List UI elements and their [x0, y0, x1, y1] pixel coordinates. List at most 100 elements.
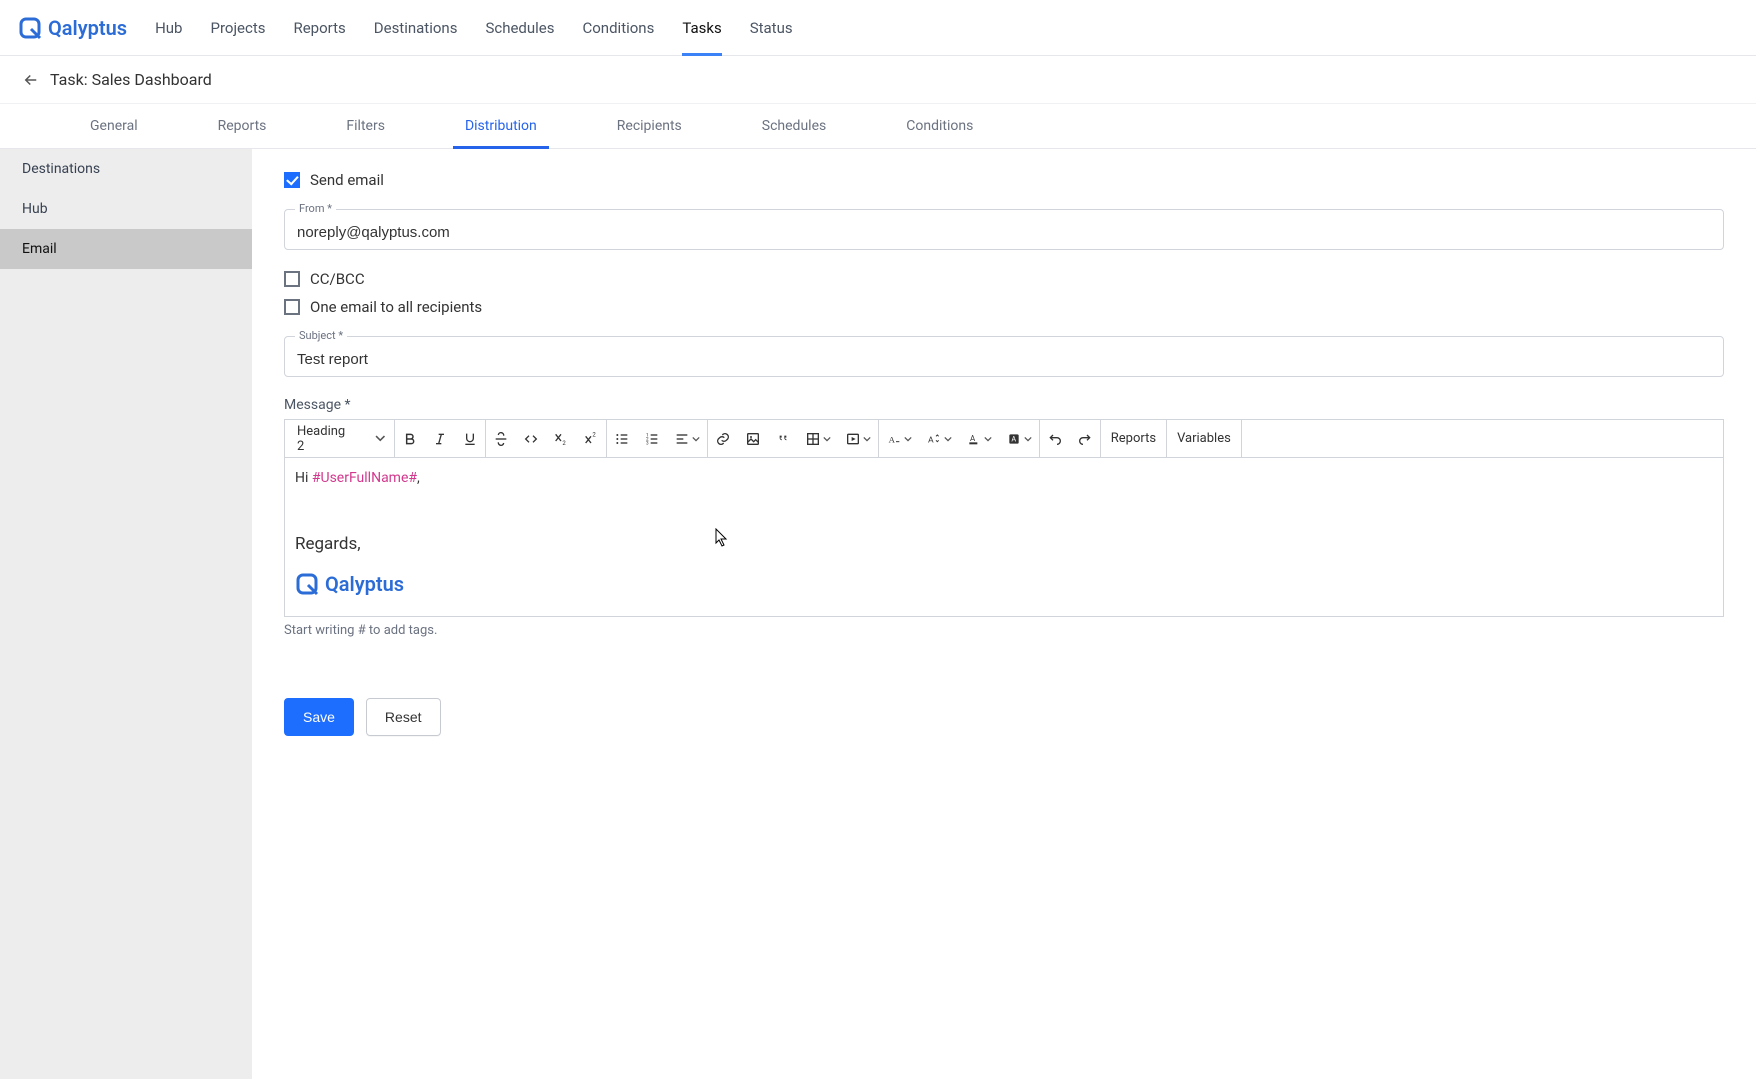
- checkbox-icon: [284, 172, 300, 188]
- subtab-reports[interactable]: Reports: [178, 104, 307, 148]
- svg-text:A: A: [1011, 434, 1016, 443]
- heading-select-value: Heading 2: [297, 424, 345, 454]
- subject-label: Subject *: [295, 329, 347, 342]
- app-logo[interactable]: Qalyptus: [18, 16, 127, 40]
- image-button[interactable]: [738, 420, 768, 457]
- signature-text: Qalyptus: [325, 572, 404, 596]
- logo-icon: [18, 16, 42, 40]
- sidebar-item-email[interactable]: Email: [0, 229, 252, 269]
- subtab-schedules[interactable]: Schedules: [722, 104, 866, 148]
- align-button[interactable]: [667, 420, 707, 457]
- ccbcc-checkbox[interactable]: CC/BCC: [284, 270, 1724, 288]
- nav-destinations[interactable]: Destinations: [374, 1, 458, 55]
- table-button[interactable]: [798, 420, 838, 457]
- code-button[interactable]: [516, 420, 546, 457]
- redo-button[interactable]: [1070, 420, 1100, 457]
- superscript-button[interactable]: 2: [576, 420, 606, 457]
- font-family-button[interactable]: A: [879, 420, 919, 457]
- insert-variables-button[interactable]: Variables: [1167, 420, 1241, 457]
- subtab-general[interactable]: General: [50, 104, 178, 148]
- from-input[interactable]: [297, 224, 1711, 241]
- nav-hub[interactable]: Hub: [155, 1, 182, 55]
- checkbox-icon: [284, 271, 300, 287]
- subject-input[interactable]: [297, 351, 1711, 368]
- form-actions: Save Reset: [284, 698, 1724, 736]
- page-title: Task: Sales Dashboard: [50, 70, 212, 89]
- nav-schedules[interactable]: Schedules: [485, 1, 554, 55]
- logo-icon: [295, 572, 319, 596]
- numbered-list-button[interactable]: 123: [637, 420, 667, 457]
- nav-conditions[interactable]: Conditions: [582, 1, 654, 55]
- editor-line: Hi #UserFullName#,: [295, 470, 1713, 486]
- content: Send email From * CC/BCC One email to al…: [252, 149, 1756, 1079]
- top-nav: Qalyptus Hub Projects Reports Destinatio…: [0, 0, 1756, 56]
- nav-tasks[interactable]: Tasks: [682, 1, 721, 55]
- subtabs: General Reports Filters Distribution Rec…: [0, 104, 1756, 149]
- subtab-filters[interactable]: Filters: [306, 104, 425, 148]
- message-label: Message *: [284, 397, 1724, 413]
- reset-button[interactable]: Reset: [366, 698, 441, 736]
- heading-select[interactable]: Heading 2: [285, 420, 394, 457]
- signature-logo: Qalyptus: [295, 572, 1713, 596]
- chevron-down-icon: [692, 436, 700, 442]
- ccbcc-label: CC/BCC: [310, 270, 365, 288]
- insert-reports-button[interactable]: Reports: [1101, 420, 1166, 457]
- nav-status[interactable]: Status: [750, 1, 793, 55]
- regards-line: Regards,: [295, 534, 1713, 554]
- undo-button[interactable]: [1040, 420, 1070, 457]
- svg-text:A: A: [970, 434, 976, 443]
- app-name: Qalyptus: [48, 16, 127, 40]
- main-area: Destinations Hub Email Send email From *…: [0, 149, 1756, 1079]
- chevron-down-icon: [375, 435, 386, 441]
- from-label: From *: [295, 202, 336, 215]
- title-bar: Task: Sales Dashboard: [0, 56, 1756, 104]
- bold-button[interactable]: [395, 420, 425, 457]
- editor-body[interactable]: Hi #UserFullName#, Regards, Qalyptus: [284, 457, 1724, 617]
- chevron-down-icon: [863, 436, 871, 442]
- send-email-checkbox[interactable]: Send email: [284, 171, 1724, 189]
- one-email-label: One email to all recipients: [310, 298, 482, 316]
- subtab-distribution[interactable]: Distribution: [425, 104, 577, 148]
- font-color-button[interactable]: A: [959, 420, 999, 457]
- highlight-button[interactable]: A: [999, 420, 1039, 457]
- chevron-down-icon: [1024, 436, 1032, 442]
- bullet-list-button[interactable]: [607, 420, 637, 457]
- save-button[interactable]: Save: [284, 698, 354, 736]
- sidebar-item-hub[interactable]: Hub: [0, 189, 252, 229]
- underline-button[interactable]: [455, 420, 485, 457]
- subject-field[interactable]: Subject *: [284, 336, 1724, 377]
- editor-hint: Start writing # to add tags.: [284, 623, 1724, 638]
- chevron-down-icon: [944, 436, 952, 442]
- send-email-label: Send email: [310, 171, 384, 189]
- strikethrough-button[interactable]: [486, 420, 516, 457]
- subtab-recipients[interactable]: Recipients: [577, 104, 722, 148]
- svg-text:3: 3: [646, 440, 649, 446]
- chevron-down-icon: [984, 436, 992, 442]
- nav-reports[interactable]: Reports: [293, 1, 345, 55]
- svg-text:A: A: [928, 435, 934, 445]
- sidebar: Destinations Hub Email: [0, 149, 252, 1079]
- variable-token[interactable]: #UserFullName#: [312, 470, 417, 486]
- font-size-button[interactable]: A: [919, 420, 959, 457]
- svg-text:2: 2: [562, 440, 566, 447]
- from-field[interactable]: From *: [284, 209, 1724, 250]
- greeting-prefix: Hi: [295, 470, 312, 486]
- svg-text:A: A: [888, 434, 895, 444]
- rich-editor: Heading 2 2 2: [284, 419, 1724, 617]
- one-email-checkbox[interactable]: One email to all recipients: [284, 298, 1724, 316]
- quote-button[interactable]: [768, 420, 798, 457]
- link-button[interactable]: [708, 420, 738, 457]
- italic-button[interactable]: [425, 420, 455, 457]
- editor-toolbar: Heading 2 2 2: [284, 419, 1724, 457]
- nav-projects[interactable]: Projects: [210, 1, 265, 55]
- subtab-conditions[interactable]: Conditions: [866, 104, 1013, 148]
- back-arrow-icon[interactable]: [22, 71, 40, 89]
- chevron-down-icon: [904, 436, 912, 442]
- chevron-down-icon: [823, 436, 831, 442]
- checkbox-icon: [284, 299, 300, 315]
- subscript-button[interactable]: 2: [546, 420, 576, 457]
- media-button[interactable]: [838, 420, 878, 457]
- svg-text:2: 2: [592, 431, 596, 438]
- greeting-suffix: ,: [417, 470, 420, 486]
- sidebar-item-destinations[interactable]: Destinations: [0, 149, 252, 189]
